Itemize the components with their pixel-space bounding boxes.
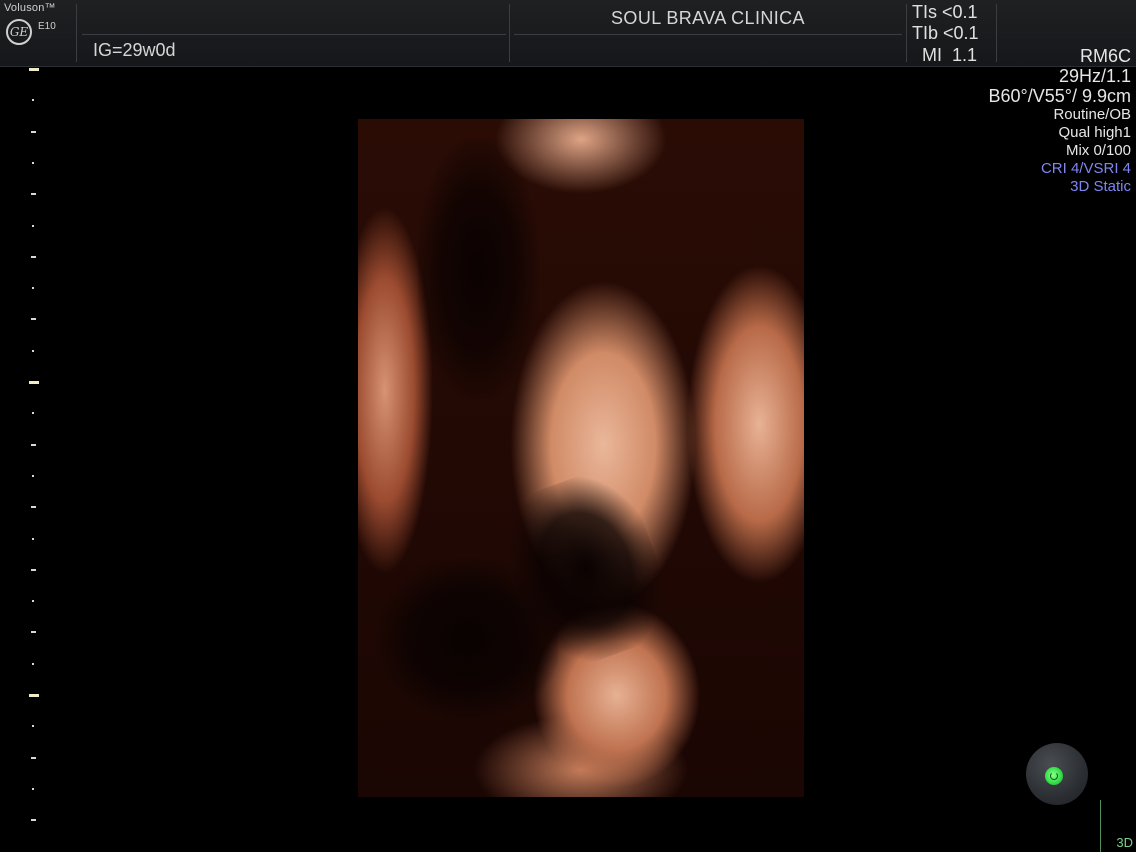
mode-3d-frame: 3D — [1100, 800, 1136, 852]
probe-label: RM6C — [1079, 46, 1131, 66]
header-divider — [82, 34, 506, 35]
depth-tick — [31, 819, 36, 822]
depth-tick — [31, 631, 36, 634]
ge-logo-icon: GE — [6, 19, 32, 45]
mix-label: Mix 0/100 — [1065, 142, 1131, 159]
header-bar: Voluson™ GE E10 IG=29w0d SOUL BRAVA CLIN… — [0, 0, 1136, 67]
depth-tick — [31, 443, 36, 446]
depth-tick — [29, 68, 39, 71]
header-divider — [509, 4, 510, 62]
thermal-index-bone: TIb <0.1 — [912, 23, 979, 43]
depth-scale — [28, 66, 42, 852]
render-shadow — [418, 139, 538, 399]
depth-tick — [31, 756, 36, 759]
model-label: E10 — [38, 21, 56, 32]
depth-tick — [32, 662, 34, 665]
depth-tick — [32, 787, 34, 790]
cri-vsri-label: CRI 4/VSRI 4 — [1040, 160, 1131, 177]
depth-tick — [32, 287, 34, 290]
header-divider — [906, 4, 907, 62]
parameter-panel: RM6C 29Hz/1.1 B60°/V55°/ 9.9cm Routine/O… — [989, 46, 1131, 196]
angles-depth: B60°/V55°/ 9.9cm — [988, 86, 1131, 106]
thermal-index-soft: TIs <0.1 — [912, 2, 978, 22]
depth-tick — [31, 255, 36, 258]
depth-tick — [32, 725, 34, 728]
depth-tick — [32, 349, 34, 352]
depth-tick — [31, 193, 36, 196]
depth-tick — [29, 694, 39, 697]
depth-tick — [31, 506, 36, 509]
header-divider — [76, 4, 77, 62]
depth-tick — [32, 224, 34, 227]
brand-label: Voluson™ — [4, 2, 56, 14]
depth-tick — [31, 130, 36, 133]
depth-tick — [32, 99, 34, 102]
depth-tick — [32, 412, 34, 415]
trackball-indicator-icon[interactable] — [1026, 743, 1088, 805]
render-shadow — [378, 559, 558, 719]
header-divider — [514, 34, 902, 35]
preset-label: Routine/OB — [1053, 106, 1131, 123]
trackball-dot — [1045, 767, 1063, 785]
depth-tick — [32, 537, 34, 540]
mechanical-index: MI 1.1 — [922, 45, 978, 65]
depth-tick — [31, 318, 36, 321]
scan-mode-label: 3D Static — [1070, 178, 1131, 195]
gestational-age: IG=29w0d — [93, 40, 176, 60]
3d-render-view[interactable] — [358, 119, 804, 797]
mode-3d-label: 3D — [1116, 835, 1133, 850]
frame-rate: 29Hz/1.1 — [1058, 66, 1131, 86]
depth-tick — [32, 474, 34, 477]
quality-label: Qual high1 — [1058, 124, 1131, 141]
depth-tick — [32, 161, 34, 164]
depth-tick — [32, 600, 34, 603]
depth-tick — [31, 568, 36, 571]
depth-tick — [29, 381, 39, 384]
clinic-name: SOUL BRAVA CLINICA — [611, 8, 805, 28]
